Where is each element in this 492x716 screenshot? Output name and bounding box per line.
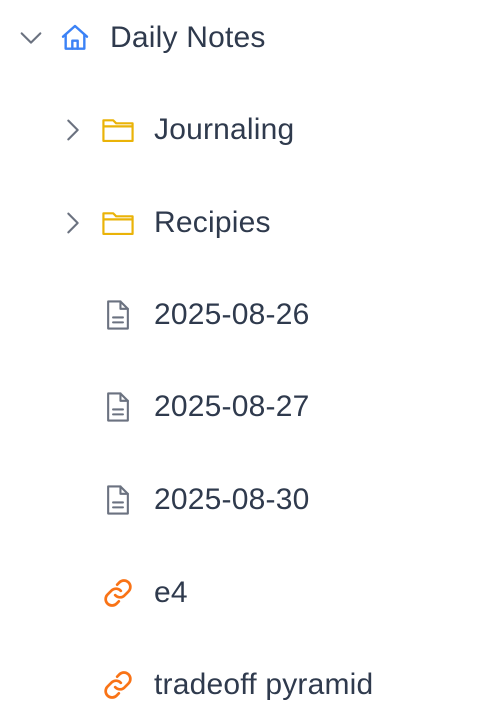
chevron-right-icon[interactable]: [58, 208, 88, 238]
link-icon: [101, 576, 135, 610]
file-tree: Daily Notes Journaling Recipies 2025-08-…: [0, 0, 492, 716]
file-icon: [101, 298, 135, 332]
folder-icon: [101, 206, 135, 240]
link-icon: [101, 668, 135, 702]
tree-folder-journaling[interactable]: Journaling: [0, 100, 492, 160]
tree-link-tradeoff-pyramid[interactable]: tradeoff pyramid: [0, 655, 492, 715]
tree-file-2025-08-30[interactable]: 2025-08-30: [0, 470, 492, 530]
tree-item-label: tradeoff pyramid: [154, 668, 374, 701]
tree-item-label: 2025-08-27: [154, 390, 310, 423]
tree-item-label: e4: [154, 576, 188, 609]
tree-file-2025-08-26[interactable]: 2025-08-26: [0, 285, 492, 345]
tree-item-label: 2025-08-26: [154, 298, 310, 331]
tree-root-daily-notes[interactable]: Daily Notes: [0, 8, 492, 68]
tree-file-2025-08-27[interactable]: 2025-08-27: [0, 377, 492, 437]
tree-item-label: Journaling: [154, 113, 295, 146]
file-icon: [101, 483, 135, 517]
tree-folder-recipies[interactable]: Recipies: [0, 193, 492, 253]
chevron-right-icon[interactable]: [58, 115, 88, 145]
folder-icon: [101, 113, 135, 147]
tree-item-label: 2025-08-30: [154, 483, 310, 516]
tree-link-e4[interactable]: e4: [0, 563, 492, 623]
tree-item-label: Recipies: [154, 206, 271, 239]
home-icon: [58, 21, 92, 55]
tree-root-label: Daily Notes: [110, 21, 266, 54]
chevron-down-icon[interactable]: [16, 23, 46, 53]
file-icon: [101, 390, 135, 424]
